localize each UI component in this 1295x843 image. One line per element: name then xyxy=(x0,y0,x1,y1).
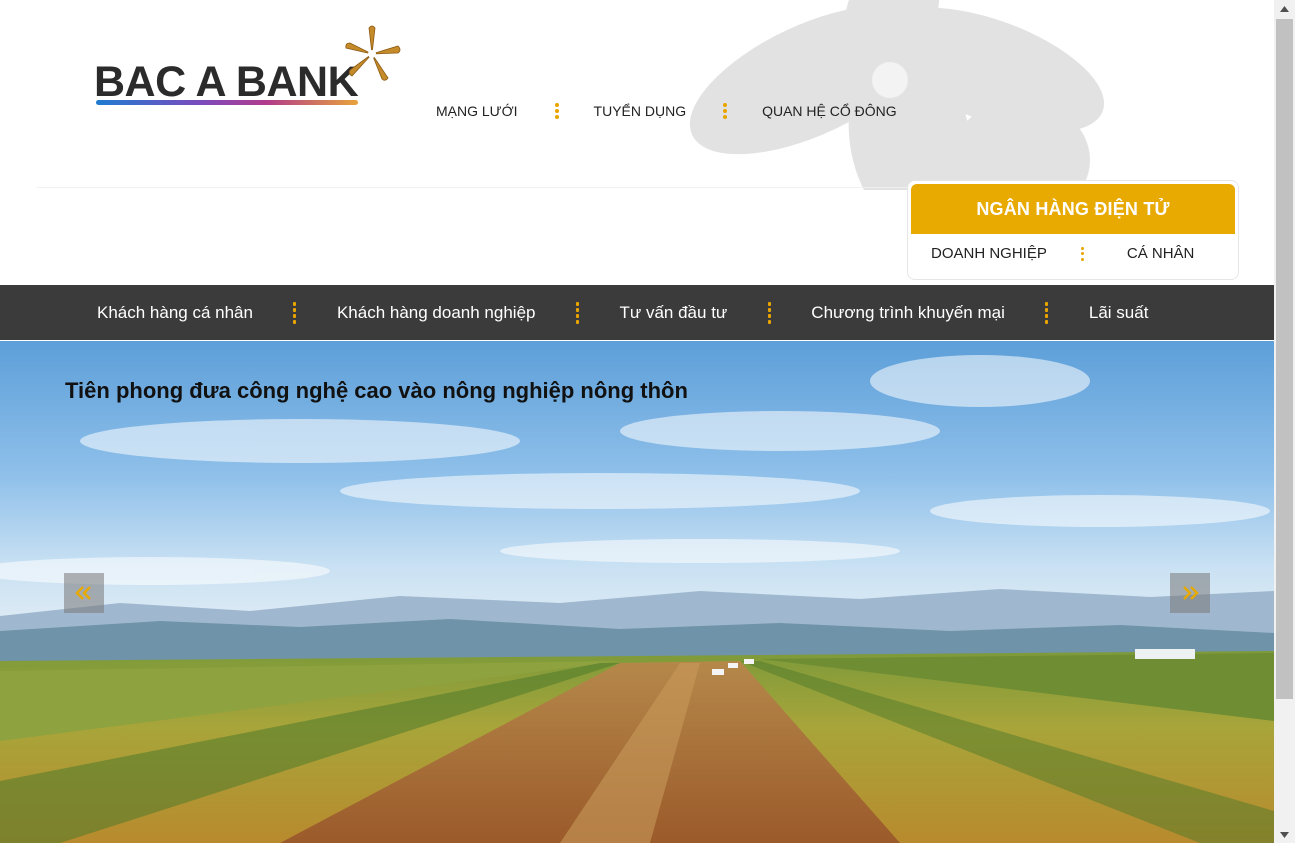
top-link-investor-relations[interactable]: QUAN HỆ CỔ ĐÔNG xyxy=(762,103,897,119)
nav-business-customers[interactable]: Khách hàng doanh nghiệp xyxy=(337,303,536,323)
separator-dots-icon xyxy=(723,103,728,119)
farm-landscape-image xyxy=(0,341,1274,843)
top-link-recruitment[interactable]: TUYỂN DỤNG xyxy=(594,103,687,119)
ebanking-personal-link[interactable]: CÁ NHÂN xyxy=(1127,245,1195,262)
chevron-double-left-icon xyxy=(75,586,91,600)
lotus-star-icon xyxy=(345,25,401,81)
header-divider xyxy=(36,187,908,188)
bac-a-bank-logo[interactable]: BAC A BANK xyxy=(92,24,402,114)
ebanking-business-link[interactable]: DOANH NGHIỆP xyxy=(931,245,1047,262)
separator-dots-icon xyxy=(1045,301,1049,324)
logo-underline xyxy=(96,100,358,105)
hero-banner: Tiên phong đưa công nghệ cao vào nông ng… xyxy=(0,341,1274,843)
ebanking-links: DOANH NGHIỆP CÁ NHÂN xyxy=(931,245,1194,262)
top-links: MẠNG LƯỚI TUYỂN DỤNG QUAN HỆ CỔ ĐÔNG xyxy=(436,103,897,119)
banner-caption: Tiên phong đưa công nghệ cao vào nông ng… xyxy=(65,378,688,403)
separator-dots-icon xyxy=(554,103,559,119)
main-nav: Khách hàng cá nhân Khách hàng doanh nghi… xyxy=(0,285,1274,340)
nav-interest-rates[interactable]: Lãi suất xyxy=(1089,303,1149,323)
vertical-scrollbar[interactable] xyxy=(1274,0,1295,843)
separator-dots-icon xyxy=(1081,246,1085,261)
site-header: BAC A BANK MẠNG LƯỚI TUYỂN DỤNG QUAN HỆ … xyxy=(0,0,1274,285)
scrollbar-thumb[interactable] xyxy=(1276,19,1293,699)
chevron-double-right-icon xyxy=(1183,586,1199,600)
ebanking-box: NGÂN HÀNG ĐIỆN TỬ DOANH NGHIỆP CÁ NHÂN xyxy=(907,180,1239,280)
separator-dots-icon xyxy=(575,301,579,324)
separator-dots-icon xyxy=(767,301,771,324)
carousel-next-button[interactable] xyxy=(1170,573,1210,613)
nav-personal-customers[interactable]: Khách hàng cá nhân xyxy=(97,303,253,323)
carousel-prev-button[interactable] xyxy=(64,573,104,613)
nav-investment-advice[interactable]: Tư vấn đầu tư xyxy=(619,303,727,323)
separator-dots-icon xyxy=(293,301,297,324)
scroll-down-arrow-icon[interactable] xyxy=(1274,826,1295,843)
ebanking-title[interactable]: NGÂN HÀNG ĐIỆN TỬ xyxy=(911,184,1235,234)
flower-watermark-icon xyxy=(689,0,1105,190)
scroll-up-arrow-icon[interactable] xyxy=(1274,0,1295,17)
top-link-network[interactable]: MẠNG LƯỚI xyxy=(436,103,518,119)
nav-promotions[interactable]: Chương trình khuyến mại xyxy=(811,303,1005,323)
